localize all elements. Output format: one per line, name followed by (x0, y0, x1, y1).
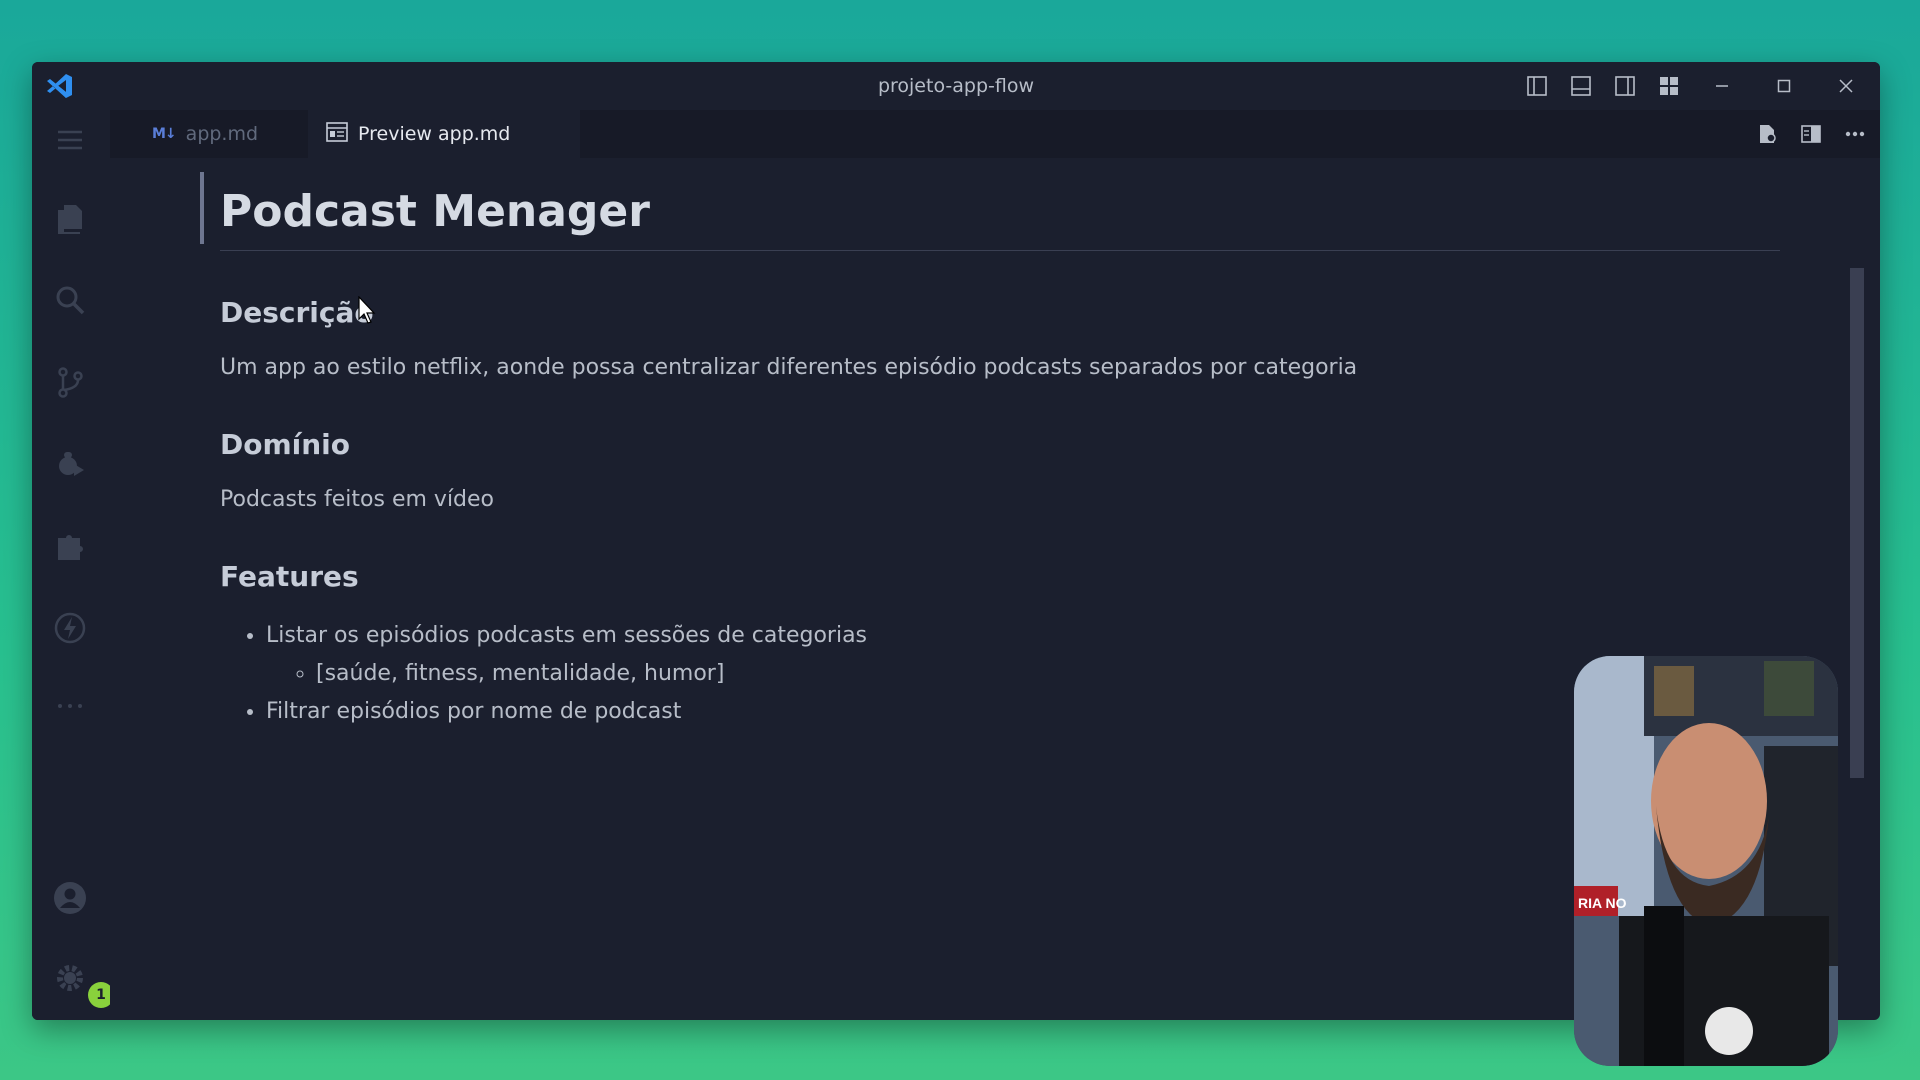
title-selection-bar (200, 172, 204, 244)
tab-label: Preview app.md (358, 123, 511, 145)
lightning-icon[interactable] (50, 608, 90, 648)
menu-icon[interactable] (50, 120, 90, 160)
search-icon[interactable] (50, 280, 90, 320)
minimize-button[interactable] (1702, 71, 1742, 101)
settings-icon[interactable]: 1 (50, 958, 114, 1008)
heading-dominio: Domínio (220, 428, 351, 461)
toggle-panel-icon[interactable] (1570, 75, 1592, 97)
heading-descricao: Descrição (220, 296, 374, 329)
maximize-button[interactable] (1764, 71, 1804, 101)
svg-text:RIA NO: RIA NO (1578, 895, 1627, 911)
preview-icon (326, 121, 348, 147)
tab-app-md[interactable]: M↓ app.md (134, 110, 276, 158)
dominio-text: Podcasts feitos em vídeo (220, 487, 495, 512)
list-item: Filtrar episódios por nome de podcast (266, 693, 1780, 731)
run-debug-icon[interactable] (50, 444, 90, 484)
files-icon[interactable] (50, 198, 90, 238)
document-title: Podcast Menager (220, 172, 1780, 251)
heading-features: Features (220, 560, 359, 593)
descricao-text: Um app ao estilo netflix, aonde possa ce… (220, 355, 1358, 380)
list-item: [saúde, fitness, mentalidade, humor] (316, 655, 1780, 693)
title-bar: projeto-app-flow (32, 62, 1880, 110)
more-actions-icon[interactable] (1844, 123, 1866, 145)
source-control-icon[interactable] (50, 362, 90, 402)
customize-layout-icon[interactable] (1658, 75, 1680, 97)
features-list: Listar os episódios podcasts em sessões … (220, 617, 1780, 731)
split-editor-icon[interactable] (1800, 123, 1822, 145)
close-button[interactable] (1826, 71, 1866, 101)
tab-bar: M↓ app.md Preview app.md (110, 110, 1880, 158)
toggle-primary-sidebar-icon[interactable] (1526, 75, 1548, 97)
markdown-icon: M↓ (152, 126, 177, 142)
activity-bar: 1 (32, 110, 114, 1020)
vertical-scrollbar[interactable] (1850, 268, 1864, 778)
account-icon[interactable] (50, 878, 90, 918)
mouse-cursor-icon (358, 296, 376, 324)
toggle-secondary-sidebar-icon[interactable] (1614, 75, 1636, 97)
tab-label: app.md (185, 123, 259, 145)
extensions-icon[interactable] (50, 526, 90, 566)
webcam-overlay: RIA NO (1574, 656, 1838, 1066)
more-icon[interactable] (50, 686, 90, 726)
list-item: Listar os episódios podcasts em sessões … (266, 617, 1780, 693)
tab-preview-app-md[interactable]: Preview app.md (308, 110, 580, 158)
open-source-icon[interactable] (1756, 123, 1778, 145)
